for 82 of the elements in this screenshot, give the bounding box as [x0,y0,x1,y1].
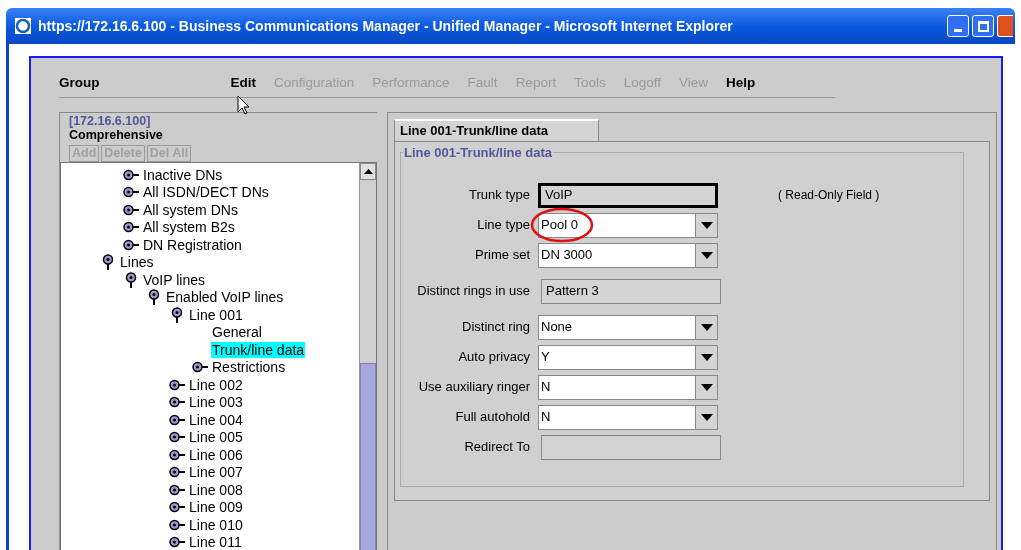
tree-item[interactable]: Line 011 [188,534,243,550]
key-icon[interactable] [123,221,139,234]
tree-item[interactable]: Line 004 [188,411,244,428]
tab[interactable]: Line 001-Trunk/line data [394,119,599,141]
key-icon[interactable] [169,466,185,479]
key-icon[interactable] [169,448,185,461]
field-label: Redirect To [463,438,531,457]
key-icon[interactable] [169,501,185,514]
caret-icon [700,323,713,331]
text-field[interactable] [541,434,721,460]
tree-item[interactable]: All system B2s [142,219,236,236]
mouse-cursor-icon [237,95,251,115]
dropdown[interactable]: N [538,374,718,400]
tree-item[interactable]: Inactive DNs [142,166,224,183]
key-icon[interactable] [169,378,185,391]
tree-item[interactable]: Line 007 [188,464,244,481]
key-icon[interactable] [169,396,185,409]
dropdown[interactable]: None [538,314,718,340]
key-icon[interactable] [169,536,185,549]
caret-icon [700,413,713,421]
window-title: https://172.16.6.100 - Business Communications Manager - Unified Manager - Microsoft Internet Explorer [38,16,734,36]
pin-icon[interactable] [171,306,183,323]
field-label: Trunk type [468,186,531,205]
tree-item[interactable]: Line 003 [188,394,244,411]
browser-icon [14,17,32,35]
caret-icon [700,221,713,229]
tree-item[interactable]: Enabled VoIP lines [165,289,285,306]
tree-item[interactable]: General [211,324,263,341]
minimize-button[interactable] [947,15,969,37]
text-field[interactable]: VoIP [538,182,718,208]
scroll-thumb[interactable] [360,363,376,550]
caret-icon [700,251,713,259]
key-icon[interactable] [123,186,139,199]
field-label: Use auxiliary ringer [417,378,531,397]
field-label: Prime set [474,246,531,265]
close-button[interactable] [997,15,1013,37]
tree-item[interactable]: DN Registration [142,236,243,253]
scrollbar[interactable] [359,163,376,550]
tree-item[interactable]: Line 006 [188,446,244,463]
tree-item[interactable]: Restrictions [211,359,287,376]
tree-item[interactable]: Line 008 [188,481,244,498]
tree-item[interactable]: Lines [119,254,155,271]
key-icon[interactable] [169,483,185,496]
read-only-note: ( Read-Only Field ) [778,187,880,204]
pin-icon[interactable] [148,289,160,306]
caret-icon [700,383,713,391]
dropdown[interactable]: Pool 0 [538,212,718,238]
tree-item[interactable]: Line 009 [188,499,244,516]
tree-item[interactable]: Trunk/line data [211,341,306,358]
view-name: Comprehensive [69,128,164,142]
dropdown[interactable]: N [538,404,718,430]
text-field[interactable]: Pattern 3 [541,278,721,304]
field-label: Distinct ring [461,318,531,337]
tree-item[interactable]: All ISDN/DECT DNs [142,184,270,201]
tree-item[interactable]: Line 010 [188,516,244,533]
field-label: Distinct rings in use [416,282,531,301]
pin-icon[interactable] [102,254,114,271]
key-icon[interactable] [169,518,185,531]
key-icon[interactable] [123,203,139,216]
tree-item[interactable]: Line 002 [188,376,244,393]
menu-item[interactable]: Edit [230,72,256,93]
tree-item[interactable]: VoIP lines [142,271,206,288]
tree-item[interactable]: Line 001 [188,306,244,323]
dropdown[interactable]: DN 3000 [538,242,718,268]
pin-icon[interactable] [125,271,137,288]
menu-item[interactable]: Group [59,72,100,93]
dropdown[interactable]: Y [538,344,718,370]
field-label: Full autohold [454,408,531,427]
maximize-button[interactable] [972,15,994,37]
key-icon[interactable] [123,168,139,181]
server-address: [172.16.6.100] [69,114,152,128]
tree-item[interactable]: Line 005 [188,429,244,446]
tree-item[interactable]: All system DNs [142,201,239,218]
menu-item[interactable]: Help [726,72,756,93]
field-label: Auto privacy [457,348,531,367]
key-icon[interactable] [192,361,208,374]
key-icon[interactable] [169,431,185,444]
key-icon[interactable] [123,238,139,251]
field-label: Line type [476,216,531,235]
key-icon[interactable] [169,413,185,426]
caret-icon [700,353,713,361]
scroll-up-icon[interactable] [363,169,373,174]
